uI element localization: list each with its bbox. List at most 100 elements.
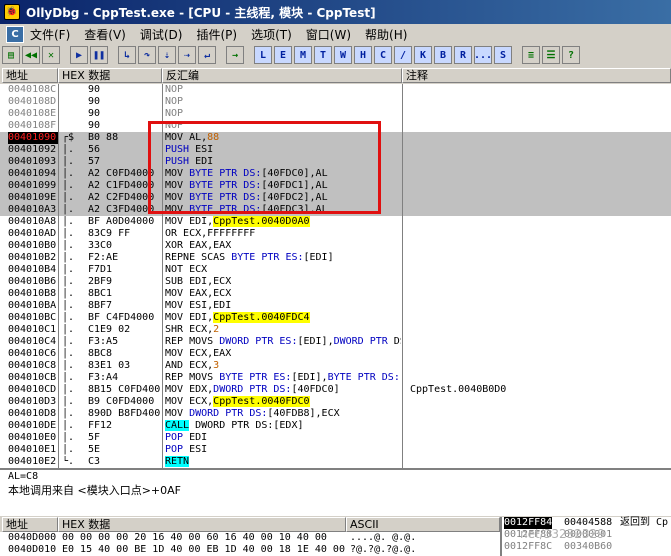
caller-info: 本地调用来自 <模块入口点>+0AF: [8, 484, 181, 497]
disasm-row[interactable]: 004010AD │. 83C9 FF OR ECX,FFFFFFFF: [0, 228, 671, 240]
dump-ascii-header[interactable]: ASCII: [346, 517, 500, 532]
execute-till-return-icon[interactable]: ↵: [198, 46, 216, 64]
disasm-row[interactable]: 004010E2 └. C3 RETN: [0, 456, 671, 468]
disasm-marker: └.: [62, 456, 74, 467]
disasm-instruction: MOV ESI,EDI: [165, 300, 232, 311]
menu-debug[interactable]: 调试(D): [140, 26, 183, 43]
menu-help[interactable]: 帮助(H): [365, 26, 407, 43]
stack-row[interactable]: 0012FF8C 00340B60: [502, 541, 671, 553]
disassembly-pane[interactable]: 0040108C 90 NOP 0040108D 90 NOP 0040108E 90 NOP 0…: [0, 84, 671, 468]
disasm-address: 004010A3: [8, 204, 57, 215]
log-window-button[interactable]: L: [254, 46, 272, 64]
dump-row[interactable]: 0040D000 00 00 00 00 20 16 40 00 60 16 4…: [0, 532, 500, 544]
run-trace-window-button[interactable]: ...: [474, 46, 492, 64]
toolbar: ▤ ◀◀ ✕ ▶ ❚❚ ↳ ↷ ⇣ ⇢ ↵ → L E M T W H C / …: [0, 44, 671, 66]
disasm-marker: │.: [62, 252, 74, 263]
disasm-marker: ┌$: [62, 132, 74, 143]
call-stack-window-button[interactable]: K: [414, 46, 432, 64]
disasm-row[interactable]: 004010C1 │. C1E9 02 SHR ECX,2: [0, 324, 671, 336]
disasm-row[interactable]: 004010C4 │. F3:A5 REP MOVS DWORD PTR ES:[ED…: [0, 336, 671, 348]
memory-dump-pane[interactable]: 0040D000 00 00 00 00 20 16 40 00 60 16 4…: [0, 532, 500, 556]
disasm-marker: │.: [62, 144, 74, 155]
disasm-hex: 5E: [88, 444, 101, 455]
comment-column-header[interactable]: 注释: [402, 68, 671, 83]
disasm-instruction: CALL DWORD PTR DS:[EDX]: [165, 420, 304, 431]
trace-over-icon[interactable]: ⇢: [178, 46, 196, 64]
close-program-icon[interactable]: ✕: [42, 46, 60, 64]
options-icon[interactable]: ☰: [542, 46, 560, 64]
disasm-column-header[interactable]: 反汇编: [162, 68, 402, 83]
menu-plugins[interactable]: 插件(P): [196, 26, 237, 43]
menu-window[interactable]: 窗口(W): [306, 26, 351, 43]
disasm-hex: 8BF7: [88, 300, 113, 311]
disasm-row[interactable]: 004010C8 │. 83E1 03 AND ECX,3: [0, 360, 671, 372]
disasm-instruction: MOV DWORD PTR DS:[40FDB8],ECX: [165, 408, 340, 419]
disasm-instruction: NOT ECX: [165, 264, 208, 275]
disasm-instruction: MOV EDI,CppTest.0040FDC4: [165, 312, 310, 323]
address-column-header[interactable]: 地址: [2, 68, 58, 83]
disasm-row[interactable]: 004010B8 │. 8BC1 MOV EAX,ECX: [0, 288, 671, 300]
disasm-row[interactable]: 0040108C 90 NOP: [0, 84, 671, 96]
disasm-address: 004010C4: [8, 336, 57, 347]
disasm-marker: │.: [62, 444, 74, 455]
modules-window-button[interactable]: E: [274, 46, 292, 64]
hex-column-header[interactable]: HEX 数据: [58, 68, 162, 83]
disasm-row[interactable]: 004010C6 │. 8BC8 MOV ECX,EAX: [0, 348, 671, 360]
dump-hex-header[interactable]: HEX 数据: [58, 517, 346, 532]
menu-options[interactable]: 选项(T): [251, 26, 292, 43]
disasm-row[interactable]: 004010A8 │. BF A0D04000 MOV EDI,CppTest.004…: [0, 216, 671, 228]
dump-row[interactable]: 0040D010 E0 15 40 00 BE 1D 40 00 EB 1D 4…: [0, 544, 500, 556]
dump-hex: 00 00 00 00 20 16 40 00 60 16 40 00 10 4…: [62, 532, 327, 543]
help-icon[interactable]: ?: [562, 46, 580, 64]
restart-icon[interactable]: ◀◀: [22, 46, 40, 64]
source-window-button[interactable]: S: [494, 46, 512, 64]
disasm-hex: 90: [88, 108, 101, 119]
disasm-hex: 8B15 C0FD4000: [88, 384, 160, 395]
windows-window-button[interactable]: W: [334, 46, 352, 64]
breakpoints-window-button[interactable]: B: [434, 46, 452, 64]
disasm-row[interactable]: 004010B0 │. 33C0 XOR EAX,EAX: [0, 240, 671, 252]
disasm-row[interactable]: 004010B2 │. F2:AE REPNE SCAS BYTE PTR ES:[E…: [0, 252, 671, 264]
step-over-icon[interactable]: ↷: [138, 46, 156, 64]
cpu-window-button[interactable]: C: [374, 46, 392, 64]
handles-window-button[interactable]: H: [354, 46, 372, 64]
disasm-row[interactable]: 0040108D 90 NOP: [0, 96, 671, 108]
disasm-marker: │.: [62, 348, 74, 359]
references-window-button[interactable]: R: [454, 46, 472, 64]
disasm-row[interactable]: 004010BA │. 8BF7 MOV ESI,EDI: [0, 300, 671, 312]
threads-window-button[interactable]: T: [314, 46, 332, 64]
disasm-instruction: AND ECX,3: [165, 360, 220, 371]
trace-into-icon[interactable]: ⇣: [158, 46, 176, 64]
disasm-row[interactable]: 0040108E 90 NOP: [0, 108, 671, 120]
disasm-hex: C1E9 02: [88, 324, 131, 335]
open-file-icon[interactable]: ▤: [2, 46, 20, 64]
disasm-comment: CppTest.0040B0D0: [410, 384, 507, 395]
disasm-hex: 83C9 FF: [88, 228, 131, 239]
disasm-instruction: NOP: [165, 84, 184, 95]
step-into-icon[interactable]: ↳: [118, 46, 136, 64]
dump-address: 0040D000: [8, 532, 57, 543]
disasm-row[interactable]: 004010DE │. FF12 CALL DWORD PTR DS:[EDX]: [0, 420, 671, 432]
dump-address-header[interactable]: 地址: [2, 517, 58, 532]
cpu-window-icon[interactable]: C: [6, 25, 24, 43]
disasm-row[interactable]: 004010D8 │. 890D B8FD4000 MOV DWORD PTR DS:…: [0, 408, 671, 420]
run-icon[interactable]: ▶: [70, 46, 88, 64]
disasm-row[interactable]: 004010CD │. 8B15 C0FD4000 MOV EDX,DWORD PTR…: [0, 384, 671, 396]
disasm-address: 004010C6: [8, 348, 57, 359]
disasm-row[interactable]: 004010E1 │. 5E POP ESI: [0, 444, 671, 456]
disasm-row[interactable]: 004010B4 │. F7D1 NOT ECX: [0, 264, 671, 276]
disasm-row[interactable]: 004010E0 │. 5F POP EDI: [0, 432, 671, 444]
disasm-row[interactable]: 004010CB │. F3:A4 REP MOVS BYTE PTR ES:[EDI…: [0, 372, 671, 384]
menu-view[interactable]: 查看(V): [84, 26, 126, 43]
disasm-row[interactable]: 004010BC │. BF C4FD4000 MOV EDI,CppTest.004…: [0, 312, 671, 324]
disasm-row[interactable]: 004010D3 │. B9 C0FD4000 MOV ECX,CppTest.004…: [0, 396, 671, 408]
patches-window-button[interactable]: /: [394, 46, 412, 64]
disasm-address: 0040109E: [8, 192, 57, 203]
pause-icon[interactable]: ❚❚: [90, 46, 108, 64]
disasm-instruction: RETN: [165, 456, 190, 467]
disasm-row[interactable]: 004010B6 │. 2BF9 SUB EDI,ECX: [0, 276, 671, 288]
goto-address-icon[interactable]: →: [226, 46, 244, 64]
menu-file[interactable]: 文件(F): [30, 26, 70, 43]
memory-window-button[interactable]: M: [294, 46, 312, 64]
appearance-icon[interactable]: ≡: [522, 46, 540, 64]
